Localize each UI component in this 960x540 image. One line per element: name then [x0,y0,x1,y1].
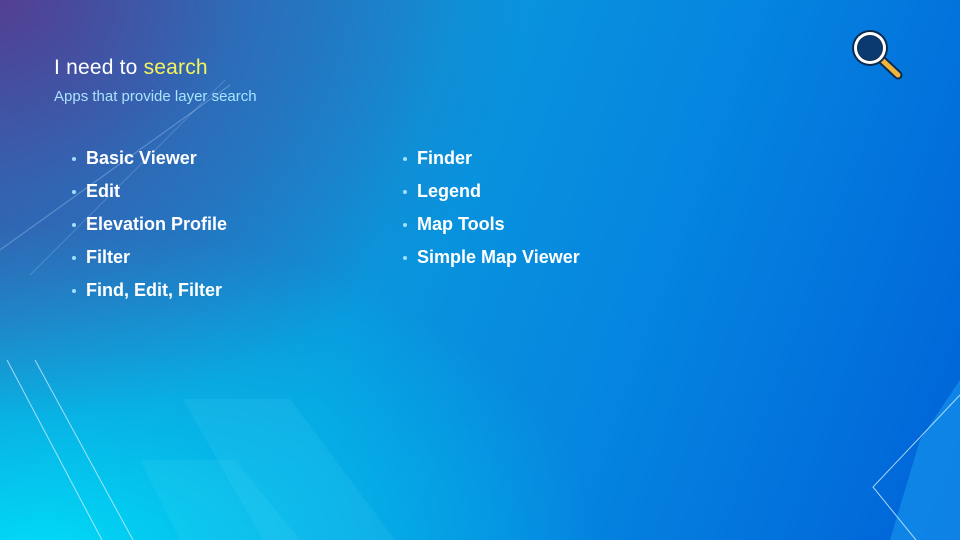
bullet-icon [403,156,407,161]
deco-line-3 [6,359,103,540]
app-name: Simple Map Viewer [417,247,580,267]
magnifier-lens-inner [858,36,882,60]
app-name: Filter [86,247,131,267]
deco-line-4 [34,359,134,540]
slide-title: I need to search [54,56,208,80]
list-item: Finder [402,142,580,175]
title-highlight: search [143,56,208,79]
bullet-icon [403,255,407,260]
list-item: Basic Viewer [71,142,227,175]
app-list-left: Basic Viewer Edit Elevation Profile Filt… [71,142,227,307]
app-name: Find, Edit, Filter [86,280,222,300]
bullet-icon [72,255,76,260]
search-icon [852,30,903,80]
list-item: Elevation Profile [71,208,227,241]
bullet-icon [72,189,76,194]
list-item: Find, Edit, Filter [71,274,227,307]
list-item: Map Tools [402,208,580,241]
bullet-icon [72,156,76,161]
app-name: Edit [86,181,120,201]
bullet-icon [72,288,76,293]
list-item: Edit [71,175,227,208]
bullet-icon [403,189,407,194]
title-prefix: I need to [54,56,144,79]
app-name: Map Tools [417,214,505,234]
app-name: Legend [417,181,482,201]
bullet-icon [72,222,76,227]
app-name: Finder [417,148,473,168]
list-item: Simple Map Viewer [402,241,580,274]
app-list-right: Finder Legend Map Tools Simple Map Viewe… [402,142,580,274]
deco-panel-3 [890,380,960,540]
slide-subtitle: Apps that provide layer search [54,88,257,105]
list-item: Filter [71,241,227,274]
app-name: Basic Viewer [86,148,197,168]
list-item: Legend [402,175,580,208]
bullet-icon [403,222,407,227]
app-name: Elevation Profile [86,214,228,234]
